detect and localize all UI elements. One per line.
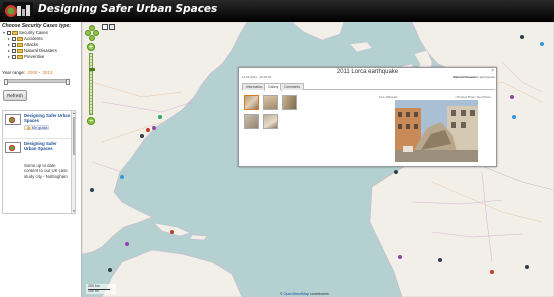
scroll-up-icon[interactable]: ▲: [72, 111, 76, 115]
tree-item-preventive[interactable]: ▸ Preventive: [3, 54, 81, 60]
tab-information[interactable]: Information: [242, 83, 267, 90]
folder-icon: [17, 42, 23, 47]
avatar[interactable]: [5, 114, 21, 125]
layer-icon[interactable]: [109, 24, 115, 30]
tree-item-label: Security Cases: [19, 30, 48, 35]
earthquake-photo: [395, 100, 478, 162]
case-category: Natural Disasters: Earthquake: [453, 75, 495, 79]
feed-item-title[interactable]: Designing Safer Urban Spaces: [24, 141, 70, 151]
case-popup: 2011 Lorca earthquake × 11-05-2011 · 00:…: [238, 67, 497, 167]
facebook-feed: Designing Safer Urban Spaces 👍 Me gusta …: [2, 110, 76, 214]
gallery-thumbnail[interactable]: [263, 114, 278, 129]
folder-icon: [17, 54, 23, 59]
folder-icon: [17, 36, 23, 41]
tree-checkbox[interactable]: [7, 30, 11, 35]
scroll-down-icon[interactable]: ▼: [72, 209, 76, 213]
tab-comments[interactable]: Comments: [280, 83, 304, 90]
tree-checkbox[interactable]: [12, 36, 16, 41]
scale-bar: 200 km 100 mi: [86, 284, 116, 294]
year-range-slider[interactable]: [4, 78, 70, 85]
popup-tabs: Information Gallery Comments: [242, 83, 495, 91]
zoom-slider[interactable]: [89, 53, 95, 115]
feed-item: Designing Safer Urban Spaces 👍 Me gusta: [3, 111, 75, 139]
tree-checkbox[interactable]: [12, 54, 16, 59]
gallery-thumbnail[interactable]: [263, 95, 278, 110]
year-from-value: 2000: [27, 70, 38, 75]
security-cases-tree: ▾ Security Cases ▸ Accidents ▸ Attacks ▸ Nat…: [3, 30, 81, 60]
pan-down-icon[interactable]: [88, 35, 95, 41]
photo-caption: Foto: Wikipedia ‹ Previous Photo | Next …: [379, 96, 492, 99]
year-range-label: Year range:: [2, 70, 26, 75]
map-attribution: © OpenStreetMap contributors: [280, 292, 329, 296]
tree-item-label: Preventive: [24, 54, 45, 59]
avatar[interactable]: [5, 142, 21, 153]
folder-icon: [17, 48, 23, 53]
tree-item-label: Attacks: [24, 42, 39, 47]
folder-icon: [12, 30, 18, 35]
app-title: Designing Safer Urban Spaces: [38, 3, 218, 15]
main-photo[interactable]: [395, 100, 478, 162]
layer-switcher[interactable]: [102, 24, 116, 31]
gallery-thumbnail[interactable]: [282, 95, 297, 110]
feed-item-title[interactable]: Designing Safer Urban Spaces: [24, 113, 74, 123]
app-logo: [3, 2, 33, 20]
close-icon[interactable]: ×: [491, 68, 494, 74]
photo-credit: Foto: Wikipedia: [379, 96, 398, 99]
choose-type-label: Choose Security Cases type:: [2, 23, 71, 29]
zoom-slider-handle[interactable]: [89, 68, 95, 71]
sidebar: Choose Security Cases type: ▾ Security Ca…: [0, 22, 82, 297]
popup-meta: 11-05-2011 · 00:00:00 Natural Disasters:…: [242, 75, 495, 79]
tree-item-label: Accidents: [24, 36, 43, 41]
tree-checkbox[interactable]: [12, 42, 16, 47]
feed-item: Designing Safer Urban Spaces Some up to …: [3, 139, 75, 213]
year-range: Year range: 2000 - 2013: [2, 70, 53, 75]
scrollbar-thumb[interactable]: [72, 117, 75, 155]
photo-nav[interactable]: ‹ Previous Photo | Next Photo ›: [455, 96, 492, 99]
slider-handle-start[interactable]: [4, 78, 8, 85]
layer-icon[interactable]: [102, 24, 108, 30]
refresh-button[interactable]: Refresh: [3, 90, 27, 101]
slider-range-fill: [5, 80, 67, 82]
case-date: 11-05-2011 · 00:00:00: [242, 75, 272, 79]
feed-scrollbar[interactable]: ▲ ▼: [71, 111, 75, 213]
year-to-value: 2013: [42, 70, 53, 75]
feed-item-description: Some up to date content to our UK case s…: [24, 163, 68, 179]
zoom-in-button[interactable]: +: [87, 43, 95, 51]
tree-item-label: Natural Disasters: [24, 48, 57, 53]
gallery-thumbnail[interactable]: [244, 114, 259, 129]
tree-checkbox[interactable]: [12, 48, 16, 53]
photo-gallery: [244, 95, 374, 155]
gallery-thumbnail[interactable]: [244, 95, 259, 110]
zoom-out-button[interactable]: −: [87, 117, 95, 125]
slider-handle-end[interactable]: [66, 78, 70, 85]
osm-link[interactable]: OpenStreetMap: [284, 292, 309, 296]
app-header: Designing Safer Urban Spaces: [0, 0, 554, 22]
like-button[interactable]: 👍 Me gusta: [24, 125, 50, 130]
